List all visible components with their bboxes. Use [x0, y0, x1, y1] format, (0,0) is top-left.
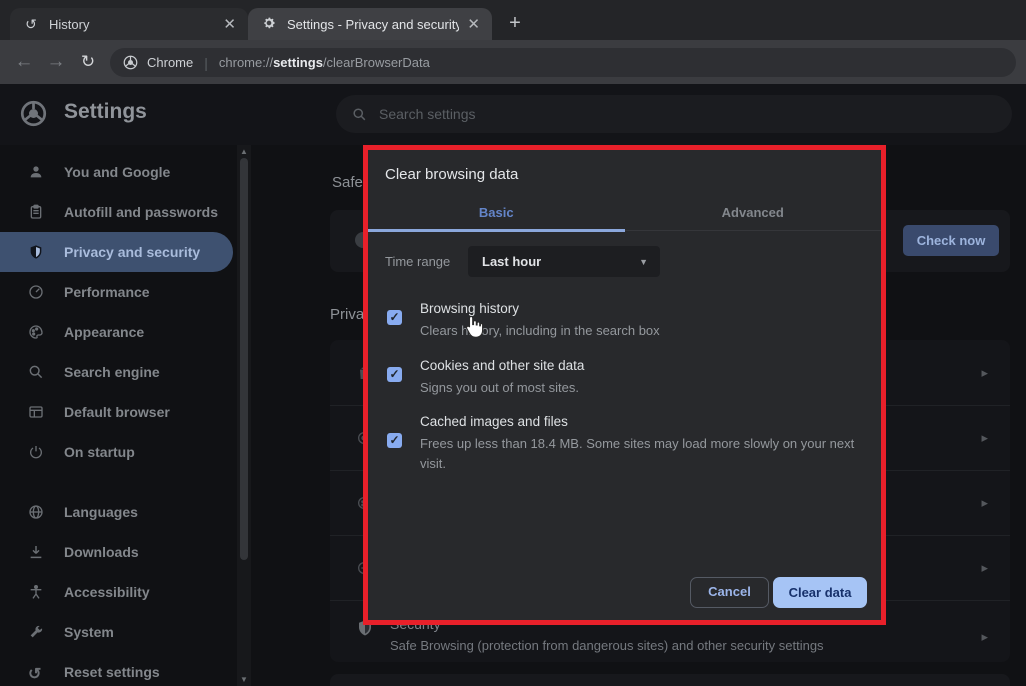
- reset-icon: ↺: [28, 664, 44, 680]
- chrome-logo-icon: [20, 100, 47, 132]
- clear-browsing-data-dialog: Clear browsing data Basic Advanced Time …: [363, 145, 886, 625]
- settings-search[interactable]: [336, 95, 1012, 133]
- sidebar-item-search-engine[interactable]: Search engine: [0, 352, 236, 392]
- chevron-right-icon: ▸: [981, 365, 988, 381]
- sidebar-item-appearance[interactable]: Appearance: [0, 312, 236, 352]
- mouse-cursor: [462, 315, 484, 346]
- tab-basic[interactable]: Basic: [368, 196, 625, 230]
- settings-page: Settings You and Google Autofill and pas…: [0, 84, 1026, 686]
- page-title: Settings: [64, 100, 147, 124]
- sidebar-item-on-startup[interactable]: On startup: [0, 432, 236, 472]
- scrollbar[interactable]: ▲ ▼: [237, 145, 251, 686]
- tab-title: History: [49, 17, 215, 32]
- address-bar[interactable]: Chrome | chrome://settings/clearBrowserD…: [110, 48, 1016, 77]
- search-icon: [352, 107, 367, 122]
- forward-icon[interactable]: →: [40, 51, 72, 73]
- next-card-edge: [330, 674, 1010, 686]
- power-icon: [28, 444, 44, 460]
- sidebar-item-privacy-and-security[interactable]: Privacy and security: [0, 232, 233, 272]
- new-tab-button[interactable]: +: [502, 10, 528, 36]
- time-range-label: Time range: [385, 254, 450, 269]
- clipboard-icon: [28, 204, 44, 220]
- sidebar-item-performance[interactable]: Performance: [0, 272, 236, 312]
- back-icon[interactable]: ←: [8, 51, 40, 73]
- download-icon: [28, 544, 44, 560]
- time-range-value: Last hour: [482, 254, 639, 269]
- time-range-select[interactable]: Last hour ▼: [468, 246, 660, 277]
- sidebar-item-you-and-google[interactable]: You and Google: [0, 152, 236, 192]
- sidebar-item-downloads[interactable]: Downloads: [0, 532, 236, 572]
- globe-icon: [28, 504, 44, 520]
- history-icon: ↺: [22, 16, 40, 33]
- check-now-button[interactable]: Check now: [903, 225, 999, 256]
- row-title: Cookies and other site data: [420, 358, 584, 373]
- sidebar-item-reset-settings[interactable]: ↺ Reset settings: [0, 652, 236, 686]
- scrollbar-thumb[interactable]: [240, 158, 248, 560]
- tab-settings[interactable]: Settings - Privacy and security ✕: [248, 8, 492, 40]
- gear-icon: [260, 16, 278, 33]
- url-text: chrome://settings/clearBrowserData: [219, 55, 430, 70]
- chevron-right-icon: ▸: [981, 430, 988, 446]
- close-icon[interactable]: ✕: [467, 17, 480, 32]
- scroll-down-icon[interactable]: ▼: [237, 675, 251, 684]
- tab-strip: ↺ History ✕ Settings - Privacy and secur…: [0, 0, 1026, 40]
- magnifier-icon: [28, 364, 44, 380]
- sidebar-item-autofill[interactable]: Autofill and passwords: [0, 192, 236, 232]
- row-title: Browsing history: [420, 301, 519, 316]
- chevron-right-icon: ▸: [981, 629, 988, 645]
- browser-icon: [28, 404, 44, 420]
- clear-data-button[interactable]: Clear data: [773, 577, 867, 608]
- tab-advanced[interactable]: Advanced: [625, 196, 882, 230]
- person-icon: [28, 164, 44, 180]
- sidebar-item-default-browser[interactable]: Default browser: [0, 392, 236, 432]
- row-description: Clears history, including in the search …: [420, 321, 660, 341]
- sidebar-item-accessibility[interactable]: Accessibility: [0, 572, 236, 612]
- settings-header: Settings: [0, 84, 1026, 145]
- browser-toolbar: ← → ↻ Chrome | chrome://settings/clearBr…: [0, 40, 1026, 84]
- browser-window: ↺ History ✕ Settings - Privacy and secur…: [0, 0, 1026, 686]
- tab-history[interactable]: ↺ History ✕: [10, 8, 248, 40]
- row-title: Cached images and files: [420, 414, 568, 429]
- tab-title: Settings - Privacy and security: [287, 17, 459, 32]
- chevron-down-icon: ▼: [639, 257, 648, 267]
- shield-icon: [28, 244, 44, 260]
- palette-icon: [28, 324, 44, 340]
- site-label: Chrome: [147, 55, 193, 70]
- accessibility-icon: [28, 584, 44, 600]
- chevron-right-icon: ▸: [981, 560, 988, 576]
- browsing-history-checkbox[interactable]: ✓: [387, 310, 402, 325]
- url-divider: |: [204, 55, 208, 71]
- chrome-logo-icon: [123, 55, 138, 70]
- close-icon[interactable]: ✕: [223, 17, 236, 32]
- dialog-tabs: Basic Advanced: [368, 196, 881, 231]
- scroll-up-icon[interactable]: ▲: [237, 147, 251, 156]
- reload-icon[interactable]: ↻: [72, 52, 104, 72]
- dialog-title: Clear browsing data: [385, 166, 518, 183]
- chevron-right-icon: ▸: [981, 495, 988, 511]
- row-description: Frees up less than 18.4 MB. Some sites m…: [420, 434, 881, 474]
- row-description: Signs you out of most sites.: [420, 378, 579, 398]
- cached-images-checkbox[interactable]: ✓: [387, 433, 402, 448]
- sidebar-item-languages[interactable]: Languages: [0, 492, 236, 532]
- sidebar-item-system[interactable]: System: [0, 612, 236, 652]
- wrench-icon: [28, 624, 44, 640]
- search-input[interactable]: [379, 106, 879, 122]
- cookies-checkbox[interactable]: ✓: [387, 367, 402, 382]
- security-row-subtitle: Safe Browsing (protection from dangerous…: [390, 638, 824, 653]
- cancel-button[interactable]: Cancel: [690, 577, 769, 608]
- speedometer-icon: [28, 284, 44, 300]
